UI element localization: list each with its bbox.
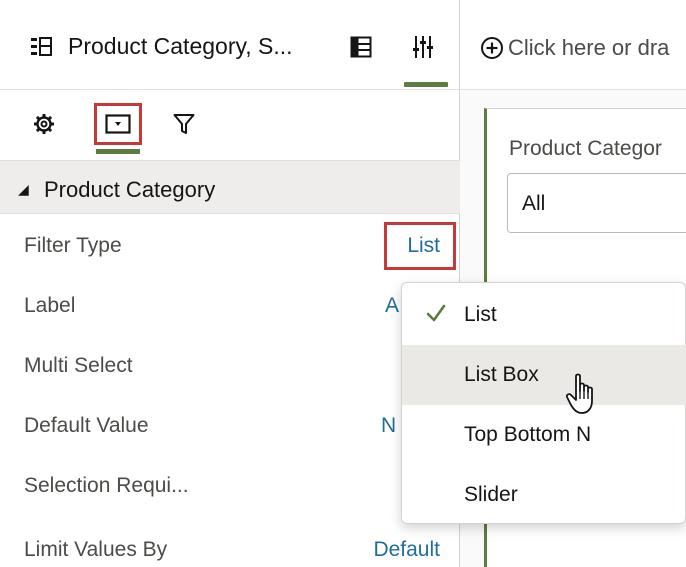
property-tabs: [0, 90, 460, 160]
property-label: Limit Values By: [24, 538, 168, 561]
tab-filter-controls[interactable]: [94, 103, 142, 145]
filter-type-highlight: [384, 222, 456, 270]
property-label: Selection Requi...: [24, 474, 189, 497]
menu-item-label: Top Bottom N: [464, 423, 592, 446]
filter-type-menu: List List Box Top Bottom N Slider: [401, 282, 686, 524]
property-label: Label: [24, 294, 76, 317]
filter-bar-icon: [31, 37, 52, 56]
add-circle-icon: [481, 37, 503, 59]
menu-item-slider[interactable]: Slider: [402, 465, 686, 525]
property-row-selection-required: Selection Requi...: [0, 456, 460, 516]
menu-item-label: List: [464, 303, 497, 326]
funnel-icon: [173, 114, 195, 134]
panel-header: Product Category, S...: [0, 0, 460, 90]
checkmark-icon: [426, 304, 446, 322]
panel-title: Product Category, S...: [68, 33, 293, 59]
grid-view-icon: [350, 36, 372, 58]
tab-filters[interactable]: [164, 104, 204, 144]
menu-item-list[interactable]: List: [402, 285, 686, 345]
property-label: Filter Type: [24, 234, 122, 257]
property-label: Default Value: [24, 414, 149, 437]
menu-item-label: Slider: [464, 483, 518, 506]
property-label: Multi Select: [24, 354, 133, 377]
default-value-value[interactable]: N: [381, 414, 396, 438]
filter-control-select[interactable]: All: [507, 173, 686, 233]
filter-drop-zone[interactable]: Click here or dra: [460, 0, 686, 90]
section-title: Product Category: [44, 177, 216, 202]
section-header[interactable]: ◢ Product Category: [0, 160, 460, 214]
property-row-multi-select: Multi Select: [0, 336, 460, 396]
collapse-caret-icon: ◢: [18, 181, 29, 197]
filter-control-value: All: [522, 192, 546, 215]
tab-general[interactable]: [24, 104, 64, 144]
menu-item-list-box[interactable]: List Box: [402, 345, 686, 414]
active-indicator: [404, 82, 448, 87]
filter-control-icon: [105, 114, 131, 134]
gear-icon: [34, 114, 54, 134]
property-row-limit-values-by: Limit Values By Default: [0, 520, 460, 567]
label-value[interactable]: A: [385, 294, 399, 318]
grid-view-button[interactable]: [344, 30, 378, 64]
properties-panel: Product Category, S... ◢ Product Categor…: [0, 0, 460, 567]
filter-control-label: Product Categor: [509, 137, 662, 160]
active-tab-indicator: [96, 149, 140, 154]
properties-button[interactable]: [406, 30, 440, 64]
drop-hint: Click here or dra: [508, 35, 670, 60]
property-row-default-value: Default Value N: [0, 396, 460, 456]
limit-values-by-value[interactable]: Default: [373, 538, 440, 562]
properties-icon: [413, 36, 433, 58]
menu-item-top-bottom-n[interactable]: Top Bottom N: [402, 405, 686, 465]
menu-item-label: List Box: [464, 363, 539, 386]
property-row-label: Label A: [0, 276, 460, 336]
